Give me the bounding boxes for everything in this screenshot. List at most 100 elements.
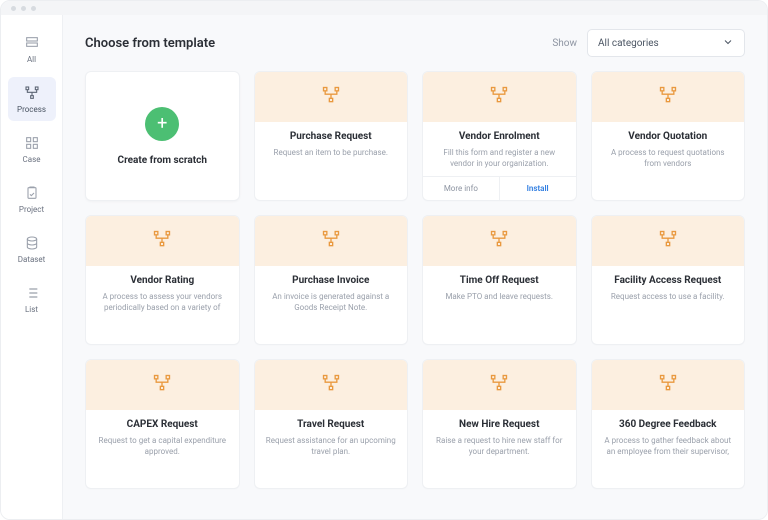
process-icon (658, 85, 678, 109)
install-button[interactable]: Install (499, 177, 576, 200)
card-desc: Raise a request to hire new staff for yo… (433, 435, 566, 457)
process-icon (321, 229, 341, 253)
card-content: 360 Degree Feedback A process to gather … (592, 410, 745, 488)
template-card[interactable]: Vendor Enrolment Fill this form and regi… (422, 71, 577, 201)
process-icon (152, 373, 172, 397)
process-icon (489, 229, 509, 253)
card-content: Vendor Rating A process to assess your v… (86, 266, 239, 344)
category-dropdown[interactable]: All categories (587, 29, 745, 57)
card-title: 360 Degree Feedback (619, 418, 717, 431)
sidebar-item-case[interactable]: Case (8, 127, 56, 171)
card-content: Time Off Request Make PTO and leave requ… (423, 266, 576, 344)
template-card[interactable]: Vendor Quotation A process to request qu… (591, 71, 746, 201)
sidebar-item-dataset[interactable]: Dataset (8, 227, 56, 271)
chevron-down-icon (722, 36, 734, 51)
card-title: Time Off Request (460, 274, 539, 287)
card-desc: Request an item to be purchase. (274, 147, 388, 158)
grid-stack-icon (24, 35, 40, 51)
card-desc: Fill this form and register a new vendor… (433, 147, 566, 169)
card-head (255, 360, 408, 410)
grid-four-icon (24, 135, 40, 151)
card-desc: A process to request quotations from ven… (602, 147, 735, 169)
app-body: All Process Case Project (1, 15, 767, 519)
process-icon (24, 85, 40, 101)
card-head (592, 72, 745, 122)
card-head (423, 72, 576, 122)
template-card[interactable]: New Hire Request Raise a request to hire… (422, 359, 577, 489)
sidebar-item-label: List (25, 305, 38, 314)
sidebar-item-label: Process (17, 105, 46, 114)
window-dot (31, 6, 36, 11)
card-content: Purchase Invoice An invoice is generated… (255, 266, 408, 344)
card-head (255, 216, 408, 266)
process-icon (321, 373, 341, 397)
sidebar-item-all[interactable]: All (8, 27, 56, 71)
card-desc: Request to get a capital expenditure app… (96, 435, 229, 457)
card-head (423, 216, 576, 266)
process-icon (658, 373, 678, 397)
card-head (255, 72, 408, 122)
sidebar-item-list[interactable]: List (8, 277, 56, 321)
template-card[interactable]: 360 Degree Feedback A process to gather … (591, 359, 746, 489)
card-desc: Request access to use a facility. (611, 291, 725, 302)
card-head (423, 360, 576, 410)
card-actions: More info Install (423, 176, 576, 200)
process-icon (489, 373, 509, 397)
show-label: Show (552, 38, 577, 49)
template-grid: + Create from scratch Purchase Request R… (85, 71, 745, 489)
sidebar: All Process Case Project (1, 15, 63, 519)
plus-icon: + (145, 107, 179, 141)
template-card[interactable]: Travel Request Request assistance for an… (254, 359, 409, 489)
card-content: Travel Request Request assistance for an… (255, 410, 408, 488)
card-head (592, 360, 745, 410)
list-icon (24, 285, 40, 301)
card-title: Facility Access Request (614, 274, 721, 287)
sidebar-item-label: All (27, 55, 36, 64)
card-content: Purchase Request Request an item to be p… (255, 122, 408, 200)
card-head (86, 216, 239, 266)
card-title: Vendor Rating (130, 274, 194, 287)
template-card[interactable]: Vendor Rating A process to assess your v… (85, 215, 240, 345)
sidebar-item-label: Project (19, 205, 44, 214)
clipboard-icon (24, 185, 40, 201)
sidebar-item-label: Dataset (18, 255, 46, 264)
template-card[interactable]: CAPEX Request Request to get a capital e… (85, 359, 240, 489)
main-area: Choose from template Show All categories… (63, 15, 767, 519)
card-head (86, 360, 239, 410)
template-card[interactable]: Purchase Invoice An invoice is generated… (254, 215, 409, 345)
process-icon (489, 85, 509, 109)
card-title: CAPEX Request (127, 418, 198, 431)
card-content: Vendor Enrolment Fill this form and regi… (423, 122, 576, 176)
template-card[interactable]: Facility Access Request Request access t… (591, 215, 746, 345)
card-head (592, 216, 745, 266)
process-icon (321, 85, 341, 109)
create-from-scratch-label: Create from scratch (118, 155, 207, 166)
card-title: New Hire Request (459, 418, 539, 431)
create-from-scratch-card[interactable]: + Create from scratch (85, 71, 240, 201)
process-icon (658, 229, 678, 253)
sidebar-item-project[interactable]: Project (8, 177, 56, 221)
window-dot (21, 6, 26, 11)
template-card[interactable]: Purchase Request Request an item to be p… (254, 71, 409, 201)
card-content: Vendor Quotation A process to request qu… (592, 122, 745, 200)
card-title: Travel Request (297, 418, 364, 431)
card-desc: A process to assess your vendors periodi… (96, 291, 229, 313)
sidebar-item-process[interactable]: Process (8, 77, 56, 121)
card-title: Purchase Request (290, 130, 372, 143)
card-desc: Request assistance for an upcoming trave… (265, 435, 398, 457)
sidebar-item-label: Case (23, 155, 41, 164)
more-info-button[interactable]: More info (423, 177, 499, 200)
page-title: Choose from template (85, 36, 215, 51)
database-icon (24, 235, 40, 251)
card-desc: Make PTO and leave requests. (445, 291, 553, 302)
window-titlebar (1, 1, 767, 15)
template-card[interactable]: Time Off Request Make PTO and leave requ… (422, 215, 577, 345)
window-dot (11, 6, 16, 11)
card-desc: A process to gather feedback about an em… (602, 435, 735, 457)
card-desc: An invoice is generated against a Goods … (265, 291, 398, 313)
card-content: Facility Access Request Request access t… (592, 266, 745, 344)
card-title: Vendor Enrolment (459, 130, 540, 143)
card-title: Vendor Quotation (628, 130, 707, 143)
dropdown-value: All categories (598, 38, 659, 49)
topbar: Choose from template Show All categories (85, 29, 745, 57)
